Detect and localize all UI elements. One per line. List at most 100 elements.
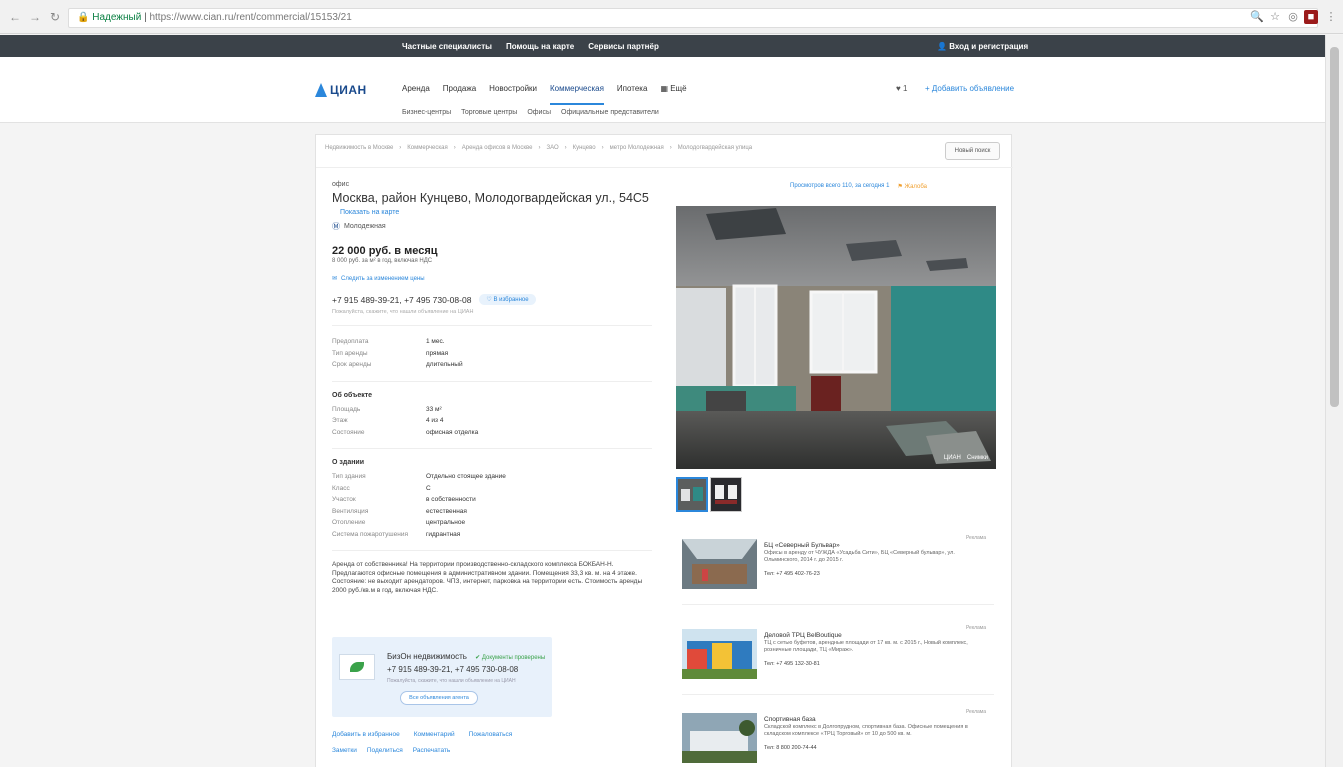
breadcrumb-item[interactable]: метро Молодежная (610, 145, 664, 151)
main-photo[interactable]: ЦИАН Снимки (676, 206, 996, 469)
top-link[interactable]: Помощь на карте (506, 42, 574, 51)
subnav-item[interactable]: Официальные представители (561, 109, 659, 116)
profile-extension-icon[interactable]: ■ (1304, 10, 1318, 24)
similar-ad[interactable]: Спортивная база Складской комплекс в Дол… (682, 707, 994, 767)
add-ad-link[interactable]: + Добавить объявление (925, 84, 1014, 93)
agent-logo[interactable] (339, 654, 375, 680)
nav-item-mortgage[interactable]: Ипотека (617, 84, 648, 105)
complain-link[interactable]: Пожаловаться (469, 731, 513, 738)
complaint-link[interactable]: ⚑ Жалоба (897, 183, 927, 190)
share-link[interactable]: Поделиться (367, 747, 403, 754)
ad-tag: Реклама (965, 709, 986, 715)
terms-row: Срок аренды длительный (332, 359, 652, 371)
building-row: Вентиляция естественная (332, 506, 652, 518)
zoom-icon[interactable]: 🔍 (1250, 10, 1264, 24)
check-icon: ✔ (475, 655, 482, 661)
top-link[interactable]: Частные специалисты (402, 42, 492, 51)
thumbnail[interactable] (710, 477, 742, 512)
breadcrumb-item[interactable]: ЗАО (546, 145, 558, 151)
extension-icon[interactable]: ◎ (1286, 10, 1300, 24)
menu-dots-icon[interactable]: ⋮ (1324, 10, 1338, 24)
building-row: Отопление центральное (332, 517, 652, 529)
login-link[interactable]: 👤 Вход и регистрация (937, 42, 1028, 51)
thumbnail[interactable] (676, 477, 708, 512)
terms-row: Тип аренды прямая (332, 348, 652, 360)
add-to-favorites-badge[interactable]: ♡ В избранное (479, 294, 536, 305)
similar-ad[interactable]: БЦ «Северный Бульвар» Офисы в аренду от … (682, 533, 994, 605)
breadcrumb-item[interactable]: Кунцево (573, 145, 596, 151)
object-key: Этаж (332, 417, 348, 425)
terms-row: Предоплата 1 мес. (332, 336, 652, 348)
agent-phones[interactable]: +7 915 489-39-21, +7 495 730-08-08 (387, 665, 518, 674)
login-label: Вход и регистрация (949, 42, 1029, 51)
breadcrumb-sep: › (453, 145, 456, 151)
building-key: Участок (332, 496, 356, 504)
photo-caption: ЦИАН Снимки (944, 455, 988, 461)
address-bar[interactable]: 🔒 Надежный | https://www.cian.ru/rent/co… (68, 8, 1318, 28)
new-search-button[interactable]: Новый поиск (945, 142, 1000, 160)
metro-icon: Ⓜ (332, 222, 340, 231)
divider (682, 604, 994, 605)
verified-badge: ✔ Документы проверены (475, 655, 545, 661)
user-icon: 👤 (937, 42, 950, 51)
breadcrumb-item[interactable]: Коммерческая (407, 145, 447, 151)
views-stats[interactable]: Просмотров всего 110, за сегодня 1 (790, 183, 889, 190)
metro-station[interactable]: Ⓜ Молодежная (332, 221, 652, 232)
breadcrumb-item[interactable]: Аренда офисов в Москве (462, 145, 533, 151)
subnav-item[interactable]: Торговые центры (461, 109, 517, 116)
atrium-photo (682, 539, 757, 589)
print-link[interactable]: Распечатать (413, 747, 451, 754)
listing-details: офис Москва, район Кунцево, Молодогварде… (332, 181, 652, 595)
star-icon[interactable]: ☆ (1268, 10, 1282, 24)
top-bar: Частные специалисты Помощь на карте Серв… (0, 35, 1343, 57)
subnav-item[interactable]: Офисы (527, 109, 551, 116)
breadcrumb-item[interactable]: Недвижимость в Москве (325, 145, 393, 151)
nav-item-rent[interactable]: Аренда (402, 84, 430, 105)
photo-zoom-label[interactable]: Снимки (967, 455, 988, 461)
listing-actions-secondary: Заметки Поделиться Распечатать (332, 747, 450, 754)
similar-ad-title: Спортивная база (764, 716, 816, 723)
agent-name[interactable]: БизОн недвижимость (387, 652, 467, 661)
object-key: Состояние (332, 428, 365, 436)
similar-ad[interactable]: Деловой ТРЦ BelBoutique ТЦ с сетью буфет… (682, 623, 994, 695)
site-logo[interactable]: ЦИАН (313, 75, 367, 97)
breadcrumb-sep: › (538, 145, 541, 151)
object-list: Площадь 33 м² Этаж 4 из 4 Состояние офисная… (332, 404, 652, 439)
comment-link[interactable]: Комментарий (414, 731, 455, 738)
page-scrollbar[interactable] (1325, 35, 1343, 767)
building-value: центральное (426, 519, 466, 527)
breadcrumb-item[interactable]: Молодогвардейская улица (678, 145, 752, 151)
nav-item-sale[interactable]: Продажа (443, 84, 476, 105)
logo-mark-icon (313, 79, 327, 97)
term-value: длительный (426, 361, 463, 369)
thumb-image (711, 478, 741, 511)
back-arrow-icon[interactable]: ← (8, 10, 22, 24)
subnav-item[interactable]: Бизнес-центры (402, 109, 451, 116)
object-row: Этаж 4 из 4 (332, 415, 652, 427)
show-on-map-link[interactable]: Показать на карте (340, 209, 399, 216)
listing-meta: Просмотров всего 110, за сегодня 1 ⚑ Жал… (790, 183, 927, 190)
object-value: офисная отделка (426, 428, 479, 436)
price-watch-link[interactable]: ✉ Следить за изменением цены (332, 275, 652, 283)
nav-item-more[interactable]: ▦ Ещё (660, 84, 686, 105)
notes-link[interactable]: Заметки (332, 747, 357, 754)
similar-ad-image (682, 629, 757, 679)
phone-numbers[interactable]: +7 915 489-39-21, +7 495 730-08-08 (332, 295, 471, 305)
scrollbar-thumb[interactable] (1330, 47, 1339, 407)
nav-item-commercial[interactable]: Коммерческая (550, 84, 604, 105)
object-key: Площадь (332, 405, 361, 413)
building-value: Отдельно стоящее здание (426, 473, 506, 481)
divider (316, 167, 1013, 168)
nav-item-newbuild[interactable]: Новостройки (489, 84, 537, 105)
all-agent-ads-button[interactable]: Все объявления агента (400, 691, 478, 705)
favorites-counter[interactable]: ♥ 1 (896, 84, 907, 93)
forward-arrow-icon[interactable]: → (28, 10, 42, 24)
similar-ad-desc: Офисы в аренду от ЧУЖДА «Усадьба Сити», … (764, 550, 955, 563)
reload-icon[interactable]: ↻ (48, 10, 62, 24)
divider (332, 448, 652, 449)
logo-text: ЦИАН (330, 83, 367, 97)
metro-label: Молодежная (344, 223, 386, 230)
divider (332, 325, 652, 326)
add-to-favorites-link[interactable]: Добавить в избранное (332, 731, 400, 738)
top-link[interactable]: Сервисы партнёр (588, 42, 659, 51)
